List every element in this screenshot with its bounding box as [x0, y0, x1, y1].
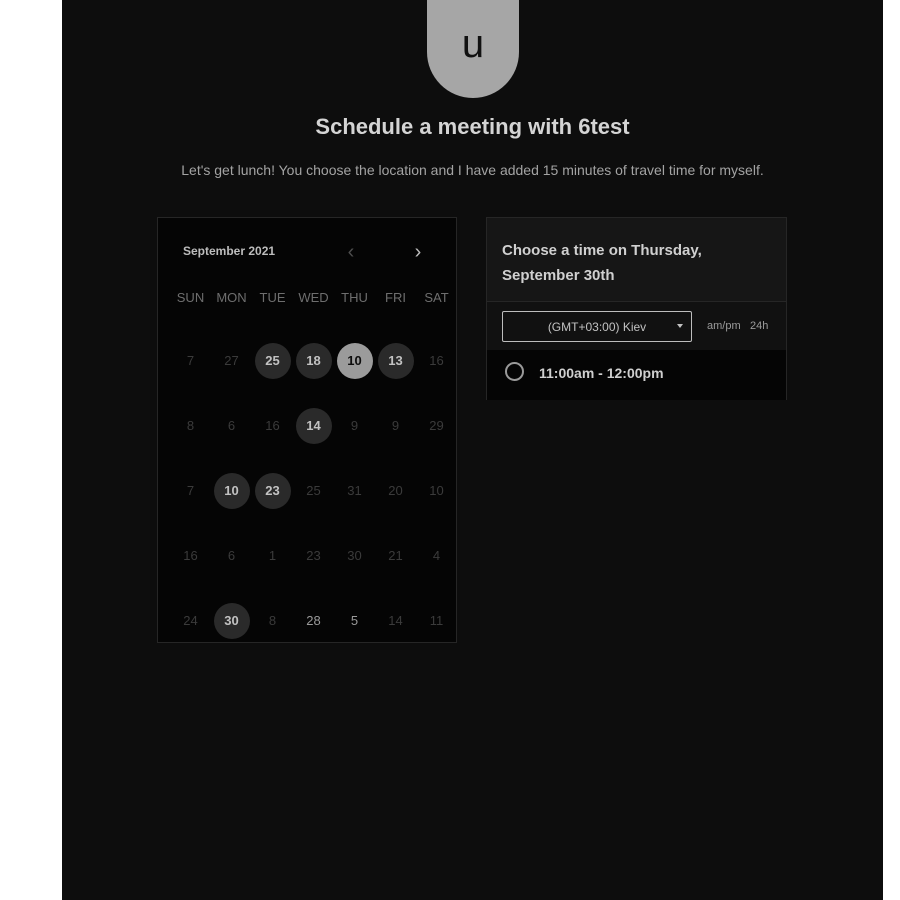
time-picker: Choose a time on Thursday, September 30t…	[486, 217, 787, 400]
weekday-label: WED	[298, 290, 329, 305]
calendar-day: 23	[306, 548, 321, 563]
calendar-day: 9	[350, 418, 359, 433]
calendar-day-available[interactable]: 10	[211, 458, 252, 523]
calendar-day-available[interactable]: 13	[375, 328, 416, 393]
24h-format-toggle[interactable]: 24h	[750, 320, 768, 332]
selected-date-heading: Choose a time on Thursday, September 30t…	[502, 242, 702, 284]
next-month-chevron-right-icon[interactable]: ›	[408, 242, 428, 262]
calendar-day: 30	[347, 548, 362, 563]
calendar-day-available[interactable]: 18	[293, 328, 334, 393]
calendar-day: 6	[227, 548, 236, 563]
calendar-day: 28	[306, 613, 321, 628]
weekday-label: TUE	[259, 290, 286, 305]
calendar-day: 24	[183, 613, 198, 628]
weekday-label: SAT	[424, 290, 449, 305]
calendar: September 2021 ‹ › SUN MON TUE WED THU F…	[157, 217, 457, 643]
prev-month-chevron-left-icon[interactable]: ‹	[341, 242, 361, 262]
weekday-label: SUN	[176, 290, 205, 305]
calendar-day-available[interactable]: 30	[211, 588, 252, 653]
calendar-day: 25	[306, 483, 321, 498]
day-grid: 7 27 25 18 10 13 16 8 6 16 14 9 9 29 7 1…	[170, 328, 457, 653]
calendar-day: 14	[388, 613, 403, 628]
month-label: September 2021	[183, 244, 276, 258]
calendar-day: 31	[347, 483, 362, 498]
time-slot[interactable]: 11:00am - 12:00pm	[487, 350, 786, 400]
calendar-day: 8	[268, 613, 277, 628]
calendar-day: 10	[429, 483, 444, 498]
calendar-day: 9	[391, 418, 400, 433]
calendar-day: 8	[186, 418, 195, 433]
timezone-select[interactable]: (GMT+03:00) Kiev	[502, 311, 692, 342]
calendar-day: 7	[186, 483, 195, 498]
calendar-day-available[interactable]: 25	[252, 328, 293, 393]
weekday-header: SUN MON TUE WED THU FRI SAT	[170, 290, 457, 305]
weekday-label: MON	[216, 290, 247, 305]
calendar-day-available[interactable]: 23	[252, 458, 293, 523]
calendar-day: 6	[227, 418, 236, 433]
timezone-row: (GMT+03:00) Kiev am/pm 24h	[487, 302, 786, 350]
timezone-value: (GMT+03:00) Kiev	[547, 319, 647, 334]
calendar-day: 7	[186, 353, 195, 368]
time-picker-header: Choose a time on Thursday, September 30t…	[487, 218, 786, 302]
radio-circle-icon[interactable]	[505, 362, 524, 381]
ampm-format-toggle[interactable]: am/pm	[707, 320, 741, 332]
page-title: Schedule a meeting with 6test	[315, 114, 630, 139]
calendar-day-selected[interactable]: 10	[334, 328, 375, 393]
host-avatar: u	[427, 0, 519, 98]
weekday-label: THU	[341, 290, 368, 305]
calendar-day: 11	[429, 613, 444, 628]
calendar-day: 29	[429, 418, 444, 433]
weekday-label: FRI	[385, 290, 406, 305]
calendar-day: 4	[432, 548, 441, 563]
calendar-day: 21	[388, 548, 403, 563]
calendar-day: 16	[265, 418, 280, 433]
calendar-day: 27	[224, 353, 239, 368]
calendar-day: 16	[429, 353, 444, 368]
calendar-day: 20	[388, 483, 403, 498]
calendar-day: 1	[268, 548, 277, 563]
calendar-day-available[interactable]: 14	[293, 393, 334, 458]
caret-down-icon	[677, 324, 683, 328]
event-description: Let's get lunch! You choose the location…	[181, 162, 764, 178]
time-slot-label: 11:00am - 12:00pm	[539, 365, 664, 381]
calendar-day: 16	[183, 548, 198, 563]
calendar-day: 5	[350, 613, 359, 628]
